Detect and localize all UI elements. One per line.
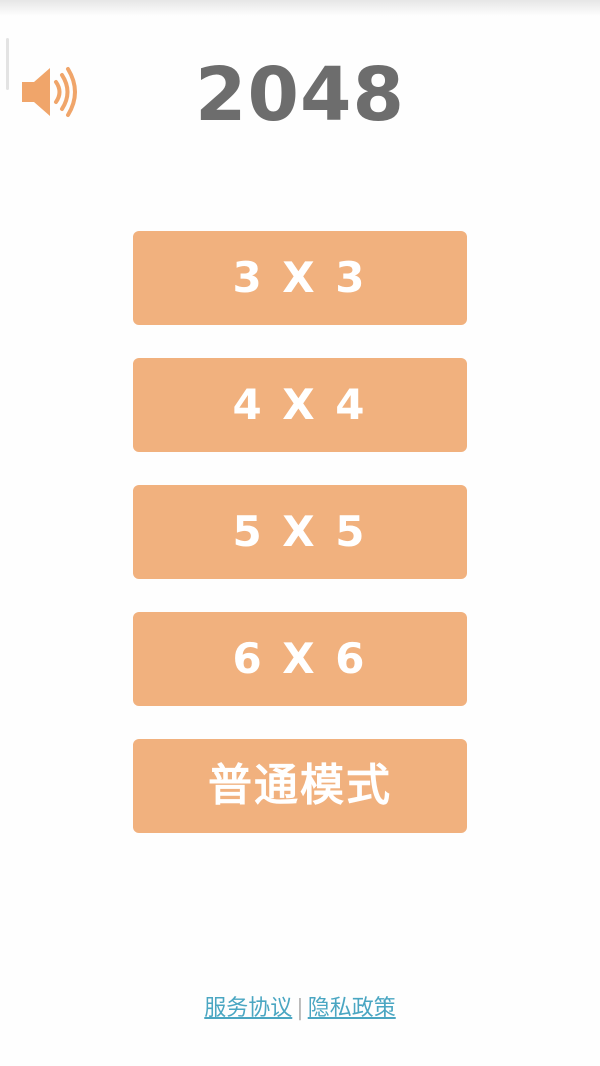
mode-3x3-button[interactable]: 3 X 3 <box>133 231 467 325</box>
mode-6x6-button[interactable]: 6 X 6 <box>133 612 467 706</box>
status-bar-shade <box>0 0 600 16</box>
normal-mode-button[interactable]: 普通模式 <box>133 739 467 833</box>
mode-5x5-button[interactable]: 5 X 5 <box>133 485 467 579</box>
game-title: 2048 <box>195 52 405 138</box>
main-menu-screen: 2048 3 X 3 4 X 4 5 X 5 6 X 6 普通模式 服务协议 | 隐… <box>0 0 600 1066</box>
footer-separator: | <box>296 996 304 1021</box>
mode-list: 3 X 3 4 X 4 5 X 5 6 X 6 普通模式 <box>133 231 467 866</box>
terms-of-service-link[interactable]: 服务协议 <box>204 996 292 1021</box>
footer-links: 服务协议 | 隐私政策 <box>0 994 600 1024</box>
mode-4x4-button[interactable]: 4 X 4 <box>133 358 467 452</box>
privacy-policy-link[interactable]: 隐私政策 <box>308 996 396 1021</box>
